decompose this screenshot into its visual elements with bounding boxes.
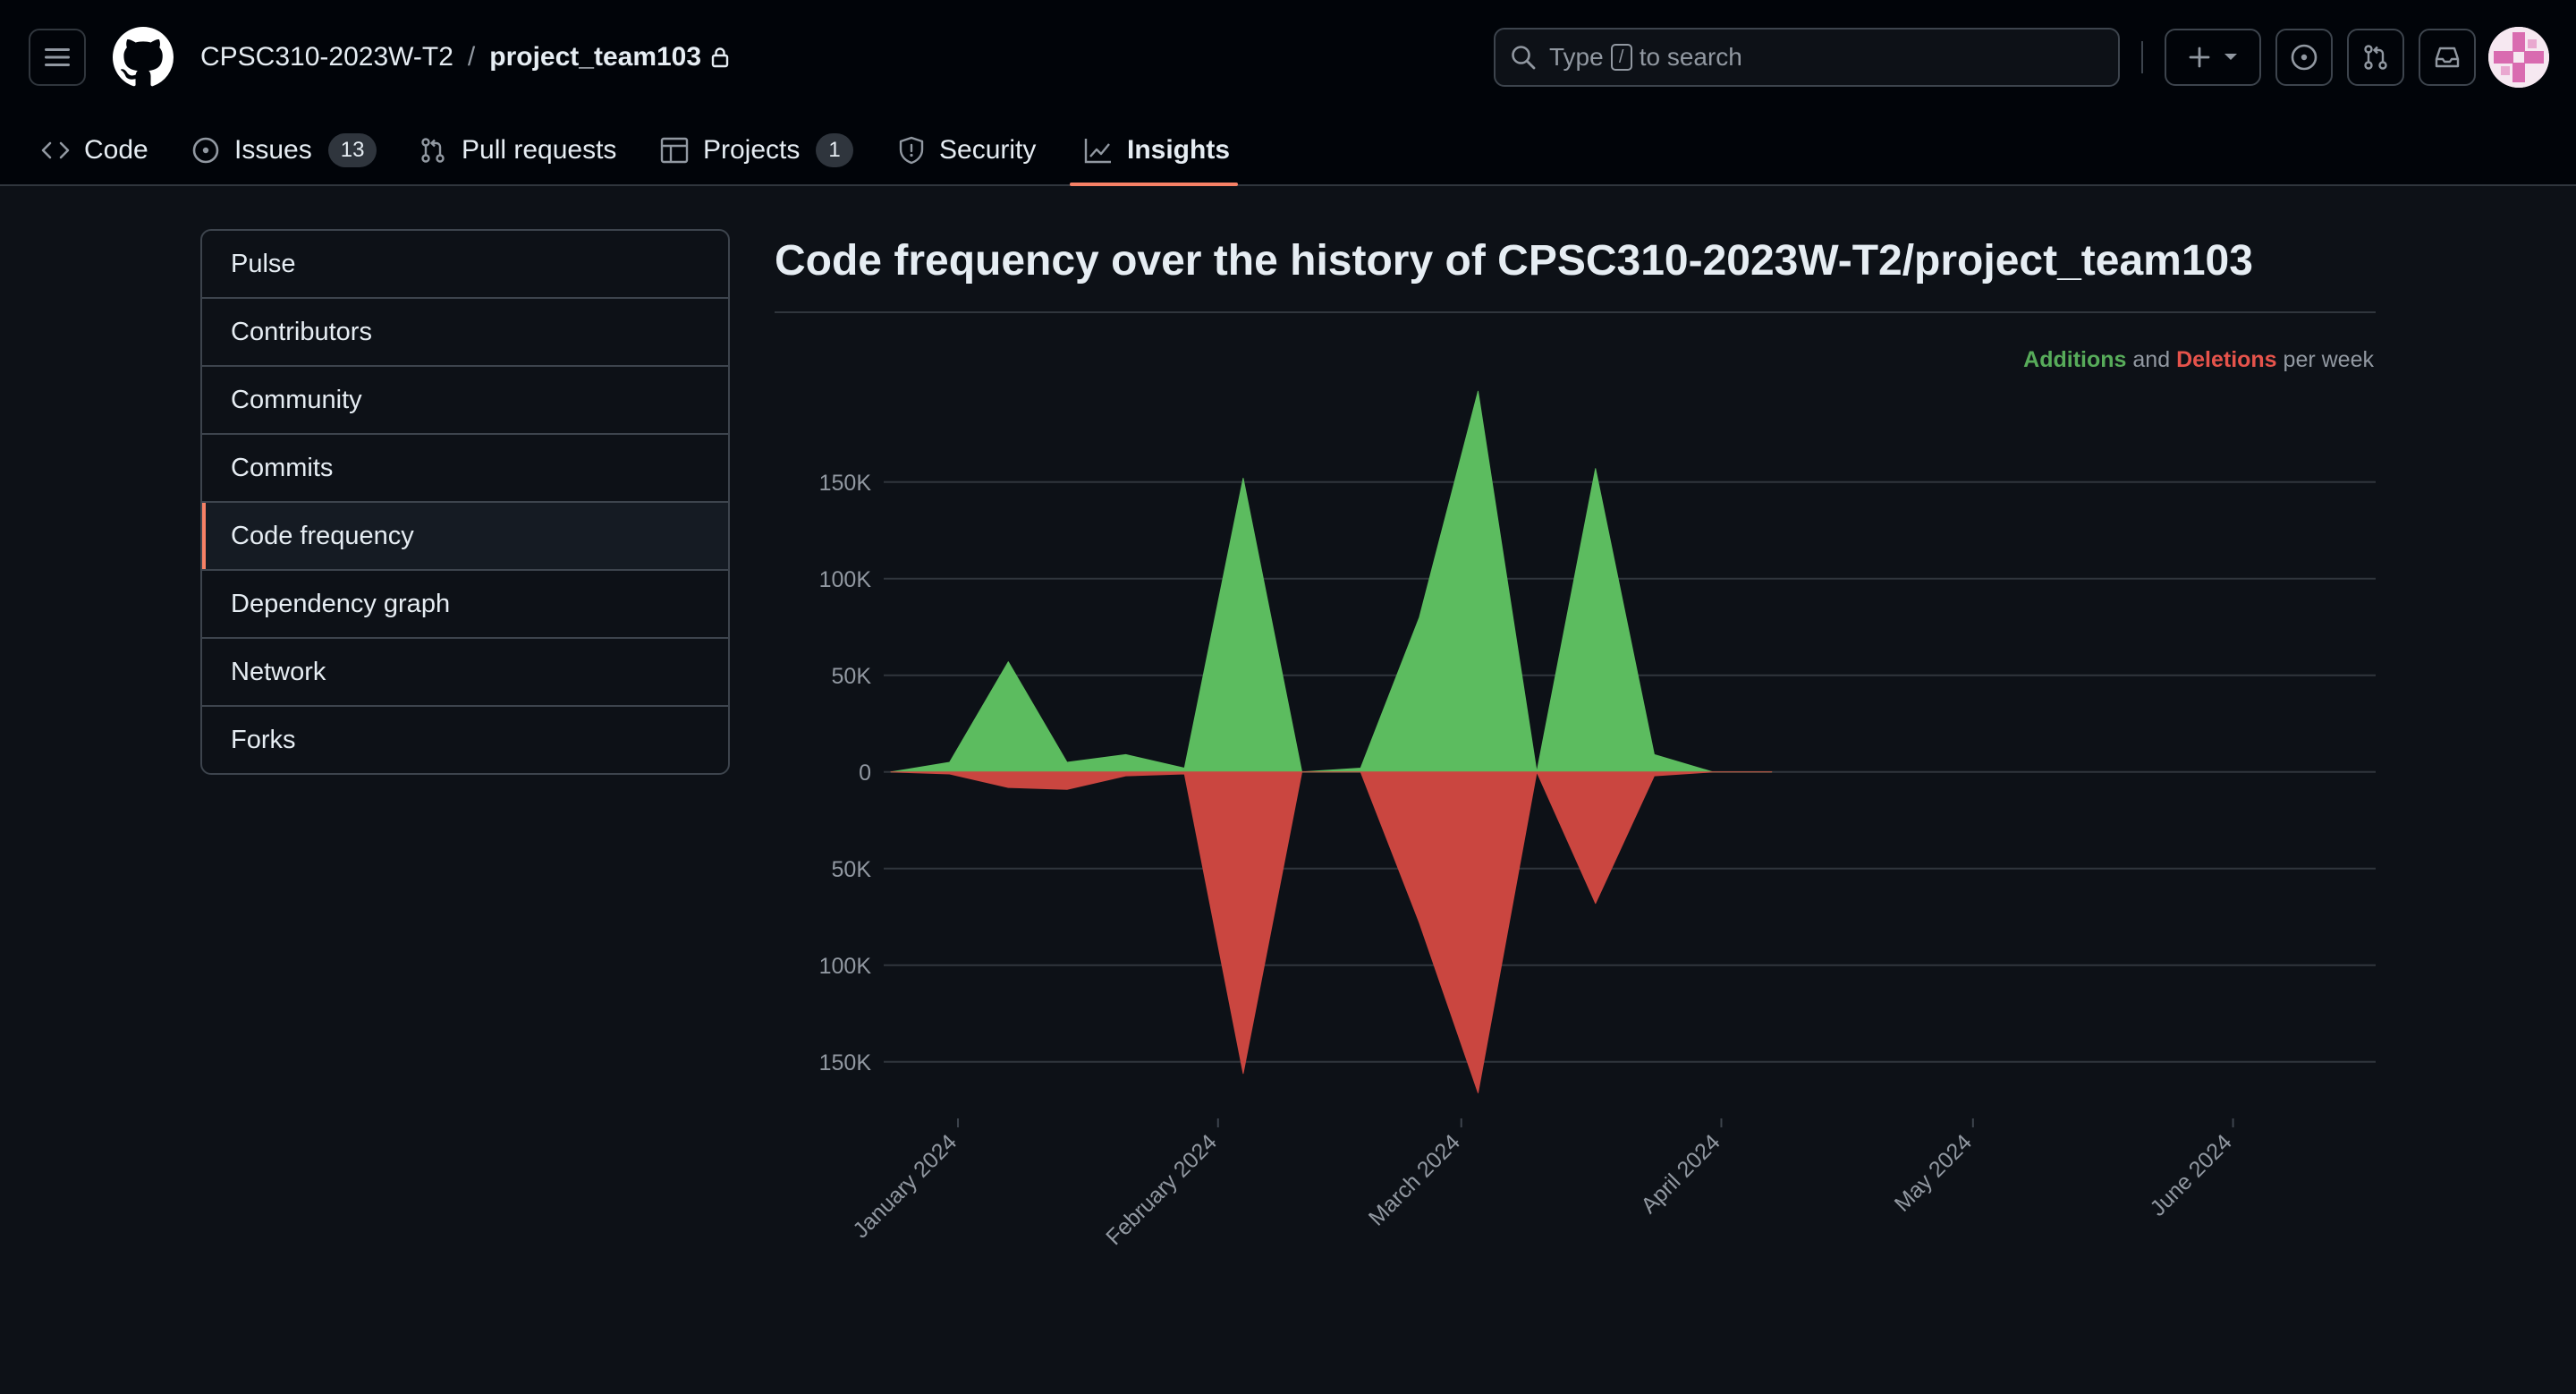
graph-icon	[1084, 137, 1113, 164]
table-icon	[660, 137, 689, 164]
x-tick-label: June 2024	[2145, 1129, 2236, 1220]
y-tick-label: 150K	[819, 471, 872, 496]
hamburger-icon	[45, 48, 70, 66]
tab-insights[interactable]: Insights	[1084, 115, 1230, 186]
sidebar-item-network[interactable]: Network	[202, 637, 728, 705]
y-tick-label: 100K	[819, 954, 872, 979]
additions-area	[890, 390, 1773, 773]
header-divider	[2141, 41, 2143, 73]
tab-projects[interactable]: Projects 1	[660, 115, 853, 186]
chart-areas	[890, 390, 1773, 1093]
tab-pull-requests-label: Pull requests	[462, 135, 617, 165]
x-tick-label: February 2024	[1101, 1129, 1222, 1250]
sidebar-item-community[interactable]: Community	[202, 365, 728, 433]
sidebar-item-forks[interactable]: Forks	[202, 705, 728, 773]
inbox-button[interactable]	[2419, 29, 2476, 86]
sidebar-item-pulse[interactable]: Pulse	[202, 231, 728, 297]
breadcrumb-owner-link[interactable]: CPSC310-2023W-T2	[200, 42, 453, 72]
tab-projects-label: Projects	[703, 135, 801, 165]
sidebar-item-code-frequency[interactable]: Code frequency	[202, 501, 728, 569]
code-icon	[41, 139, 70, 162]
inbox-icon	[2435, 47, 2460, 68]
title-divider	[775, 311, 2376, 313]
projects-count-badge: 1	[816, 133, 853, 167]
sidebar-item-commits[interactable]: Commits	[202, 433, 728, 501]
tab-code[interactable]: Code	[41, 115, 148, 186]
search-icon	[1512, 46, 1536, 70]
y-tick-label: 50K	[832, 664, 872, 689]
issues-button[interactable]	[2275, 29, 2333, 86]
lock-icon	[710, 47, 730, 68]
plus-icon	[2189, 47, 2210, 68]
github-logo-icon[interactable]	[113, 27, 174, 88]
global-header: CPSC310-2023W-T2 / project_team103 Type …	[0, 0, 2576, 186]
code-frequency-chart: 150K 100K 50K 0 50K 100K 150K January 2024 Febr…	[819, 390, 2376, 1250]
breadcrumb-repo-link[interactable]: project_team103	[489, 42, 701, 72]
breadcrumb: CPSC310-2023W-T2 / project_team103	[200, 39, 730, 75]
sidebar-item-dependency-graph[interactable]: Dependency graph	[202, 569, 728, 637]
user-avatar[interactable]	[2488, 27, 2549, 88]
chart-y-ticks: 150K 100K 50K 0 50K 100K 150K	[819, 471, 872, 1075]
x-tick-label: May 2024	[1890, 1129, 1978, 1217]
active-tab-indicator	[1070, 183, 1238, 186]
sidebar-item-contributors[interactable]: Contributors	[202, 297, 728, 365]
hamburger-menu-button[interactable]	[29, 29, 86, 86]
triangle-down-icon	[2224, 54, 2237, 60]
page-title-prefix: Code frequency over the history of	[775, 237, 1486, 285]
insights-sidebar: Pulse Contributors Community Commits Cod…	[200, 229, 730, 775]
x-tick-label: March 2024	[1364, 1129, 1465, 1230]
y-tick-label: 0	[859, 761, 871, 786]
issues-count-badge: 13	[327, 133, 377, 167]
search-placeholder-prefix: Type	[1549, 43, 1604, 71]
tab-pull-requests[interactable]: Pull requests	[419, 115, 616, 186]
tab-issues-label: Issues	[234, 135, 312, 165]
tab-security-label: Security	[939, 135, 1037, 165]
search-placeholder-suffix: to search	[1639, 43, 1742, 71]
x-tick-label: April 2024	[1636, 1129, 1724, 1218]
git-pull-request-icon	[419, 136, 447, 165]
y-tick-label: 150K	[819, 1050, 872, 1075]
page-title: Code frequency over the history of CPSC3…	[775, 236, 2253, 285]
shield-icon	[898, 136, 925, 165]
issue-opened-icon	[2291, 44, 2318, 71]
chart-x-ticks: January 2024 February 2024 March 2024 April…	[848, 1118, 2237, 1250]
x-tick-label: January 2024	[848, 1129, 962, 1243]
breadcrumb-separator: /	[467, 42, 476, 72]
y-tick-label: 100K	[819, 567, 872, 592]
tab-code-label: Code	[84, 135, 148, 165]
git-pull-request-icon	[2364, 45, 2387, 70]
y-tick-label: 50K	[832, 857, 872, 882]
tab-insights-label: Insights	[1127, 135, 1231, 165]
repository-nav: Code Issues 13 Pull requests Projects 1 …	[0, 115, 2576, 186]
tab-security[interactable]: Security	[898, 115, 1036, 186]
search-input[interactable]: Type / to search	[1494, 28, 2120, 87]
tab-issues[interactable]: Issues 13	[191, 115, 377, 186]
search-shortcut-key: /	[1610, 44, 1632, 71]
pull-requests-button[interactable]	[2347, 29, 2404, 86]
issue-opened-icon	[191, 136, 220, 165]
create-new-button[interactable]	[2165, 29, 2261, 86]
page-title-repo: CPSC310-2023W-T2/project_team103	[1497, 237, 2253, 285]
deletions-area	[890, 771, 1773, 1093]
